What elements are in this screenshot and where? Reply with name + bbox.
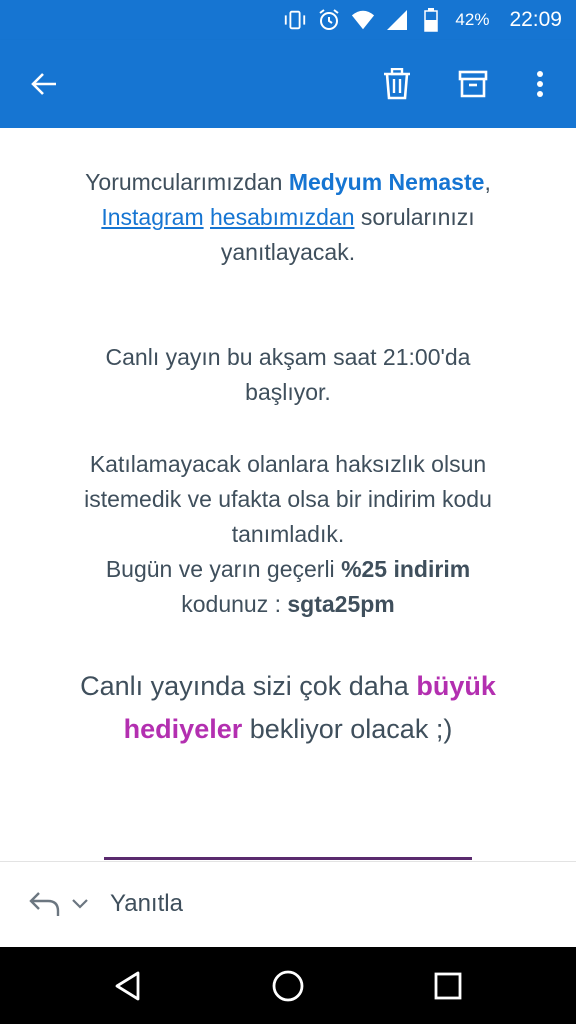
- reply-options-button[interactable]: [70, 894, 90, 914]
- gifts-prefix: Canlı yayında sizi çok daha: [80, 671, 417, 701]
- message-body: Yorumcularımızdan Medyum Nemaste, Instag…: [0, 128, 576, 861]
- reply-icon: [29, 892, 60, 916]
- nav-recent-button[interactable]: [428, 966, 468, 1006]
- intro-separator: ,: [484, 169, 491, 195]
- reply-bar: Yanıtla: [0, 861, 576, 947]
- battery-icon: [419, 8, 443, 32]
- more-vert-icon: [537, 71, 543, 97]
- reply-button[interactable]: [28, 890, 60, 918]
- clock: 22:09: [509, 8, 562, 31]
- app-bar: [0, 40, 576, 128]
- battery-percent: 42%: [455, 10, 490, 29]
- gifts-suffix: bekliyor olacak ;): [242, 714, 453, 744]
- instagram-link[interactable]: Instagram: [101, 204, 203, 230]
- more-options-button[interactable]: [516, 60, 564, 108]
- vibrate-icon: [283, 8, 307, 32]
- account-link[interactable]: hesabımızdan: [210, 204, 354, 230]
- discount-amount: %25 indirim: [341, 556, 471, 582]
- back-button[interactable]: [20, 62, 68, 106]
- archive-icon: [458, 70, 488, 98]
- signal-icon: [385, 8, 409, 32]
- discount-code: sgta25pm: [287, 591, 395, 617]
- archive-button[interactable]: [449, 60, 497, 108]
- system-nav-bar: [0, 947, 576, 1024]
- reply-label[interactable]: Yanıtla: [110, 890, 183, 918]
- content-divider: [104, 857, 472, 860]
- status-bar: 42% 22:09: [0, 0, 576, 40]
- intro-text: Yorumcularımızdan: [85, 169, 289, 195]
- delete-button[interactable]: [373, 60, 421, 108]
- message-paragraph-intro: Yorumcularımızdan Medyum Nemaste, Instag…: [60, 165, 516, 270]
- discount-valid-text: Bugün ve yarın geçerli: [105, 556, 342, 582]
- trash-icon: [384, 68, 410, 100]
- back-arrow-icon: [31, 73, 56, 95]
- nav-home-button[interactable]: [268, 966, 308, 1006]
- chevron-down-icon: [72, 899, 88, 909]
- nav-back-icon: [115, 971, 140, 1001]
- discount-intro: Katılamayacak olanlara haksızlık olsun i…: [84, 451, 492, 547]
- message-paragraph-gifts: Canlı yayında sizi çok daha büyük hediye…: [60, 665, 516, 751]
- alarm-icon: [317, 8, 341, 32]
- nav-back-button[interactable]: [108, 966, 148, 1006]
- nav-home-icon: [272, 970, 304, 1002]
- message-paragraph-time: Canlı yayın bu akşam saat 21:00'da başlı…: [105, 344, 471, 405]
- message-paragraph-discount: Katılamayacak olanlara haksızlık olsun i…: [60, 447, 516, 622]
- nav-recent-icon: [434, 972, 462, 1000]
- code-label: kodunuz :: [181, 591, 288, 617]
- host-name: Medyum Nemaste: [288, 169, 485, 195]
- wifi-icon: [351, 8, 375, 32]
